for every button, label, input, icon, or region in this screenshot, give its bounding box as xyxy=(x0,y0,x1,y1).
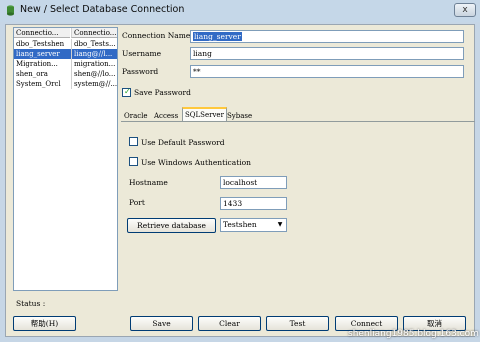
connection-name: liang_server xyxy=(16,50,60,58)
connect-label: Connect xyxy=(350,319,383,328)
connection-string: liang@//l... xyxy=(71,49,117,59)
username-value: liang xyxy=(193,49,212,58)
chevron-down-icon: ▼ xyxy=(277,221,283,228)
tab-sqlserver[interactable]: SQLServer xyxy=(182,107,227,122)
help-button[interactable]: 帮助(H) xyxy=(13,316,76,331)
cancel-label: 取消 xyxy=(427,319,442,328)
close-icon: x xyxy=(462,5,468,15)
connection-string: shen@//lo... xyxy=(71,69,117,79)
use-default-password-label: Use Default Password xyxy=(141,138,225,147)
database-icon xyxy=(7,5,14,16)
connection-name: Migration... xyxy=(16,60,58,68)
use-windows-auth-checkbox[interactable] xyxy=(129,157,138,166)
hostname-input[interactable]: localhost xyxy=(220,176,287,189)
help-label: 帮助(H) xyxy=(30,319,59,328)
save-label: Save xyxy=(152,319,171,328)
database-value: Testshen xyxy=(223,220,257,229)
list-item[interactable]: dbo_Testshen dbo_Tests... xyxy=(14,39,117,49)
list-item[interactable]: System_Orcl system@//... xyxy=(14,79,117,89)
list-item-selected[interactable]: liang_server liang@//l... xyxy=(14,49,117,59)
status-label: Status : xyxy=(16,299,46,308)
save-password-label: Save Password xyxy=(134,88,191,97)
watermark: shenliang1985.blog.163.com xyxy=(348,329,479,339)
title-bar: New / Select Database Connection x xyxy=(0,0,480,22)
use-windows-auth-label: Use Windows Authentication xyxy=(141,158,251,167)
password-value: ** xyxy=(193,67,201,76)
clear-button[interactable]: Clear xyxy=(198,316,261,331)
close-button[interactable]: x xyxy=(454,3,476,17)
connection-name: System_Orcl xyxy=(16,80,61,88)
column-header-name[interactable]: Connectio... xyxy=(14,28,70,38)
window-title: New / Select Database Connection xyxy=(20,4,185,15)
port-input[interactable]: 1433 xyxy=(220,197,287,210)
hostname-label: Hostname xyxy=(129,178,168,187)
checkmark-icon: ✓ xyxy=(124,87,131,96)
list-header: Connectio... Connectio... xyxy=(14,28,117,38)
connection-name-label: Connection Name xyxy=(122,31,191,40)
username-input[interactable]: liang xyxy=(190,47,464,60)
save-button[interactable]: Save xyxy=(130,316,193,331)
retrieve-database-label: Retrieve database xyxy=(137,221,206,230)
clear-label: Clear xyxy=(219,319,240,328)
connection-string: system@//... xyxy=(71,79,117,89)
port-label: Port xyxy=(129,198,145,207)
dialog-window: New / Select Database Connection x Conne… xyxy=(0,0,480,342)
password-label: Password xyxy=(122,67,159,76)
connection-string: migration... xyxy=(71,59,117,69)
sqlserver-panel xyxy=(121,121,475,303)
password-input[interactable]: ** xyxy=(190,65,464,78)
database-select[interactable]: Testshen ▼ xyxy=(220,218,287,232)
hostname-value: localhost xyxy=(223,178,258,187)
list-item[interactable]: Migration... migration... xyxy=(14,59,117,69)
retrieve-database-button[interactable]: Retrieve database xyxy=(127,218,216,233)
use-default-password-checkbox[interactable] xyxy=(129,137,138,146)
connection-name-value: liang_server xyxy=(193,32,242,41)
connection-string: dbo_Tests... xyxy=(71,39,117,49)
test-label: Test xyxy=(289,319,306,328)
save-password-checkbox[interactable]: ✓ xyxy=(122,87,131,97)
connection-name: dbo_Testshen xyxy=(16,40,65,48)
list-item[interactable]: shen_ora shen@//lo... xyxy=(14,69,117,79)
column-header-connection[interactable]: Connectio... xyxy=(71,28,117,38)
test-button[interactable]: Test xyxy=(266,316,329,331)
connection-list[interactable]: Connectio... Connectio... dbo_Testshen d… xyxy=(13,27,118,291)
connection-name-input[interactable]: liang_server xyxy=(190,30,464,43)
username-label: Username xyxy=(122,49,162,58)
connection-name: shen_ora xyxy=(16,70,48,78)
port-value: 1433 xyxy=(223,199,243,208)
